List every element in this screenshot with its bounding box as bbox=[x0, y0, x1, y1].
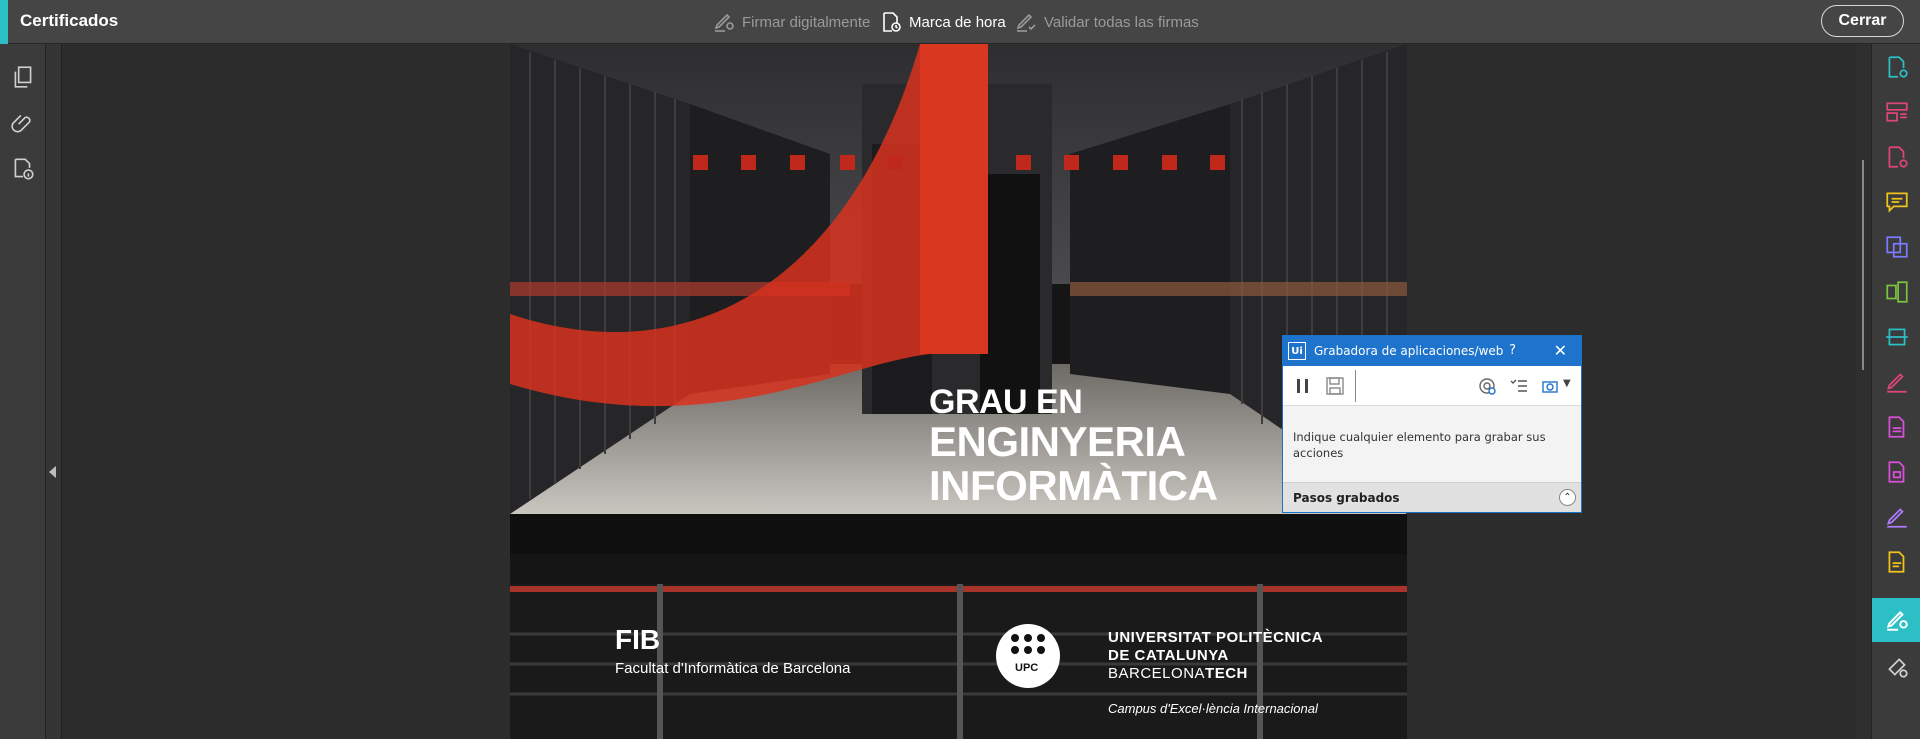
timestamp-label: Marca de hora bbox=[909, 13, 1006, 31]
recorder-titlebar[interactable]: Ui Grabadora de aplicaciones/web ? ✕ bbox=[1283, 336, 1581, 366]
timestamp-icon bbox=[883, 12, 901, 32]
collapse-panel-arrow-icon[interactable] bbox=[49, 466, 56, 478]
screenshot-icon[interactable] bbox=[1541, 376, 1561, 396]
comment-icon[interactable] bbox=[1884, 189, 1910, 215]
sign-digitally-button[interactable]: Firmar digitalmente bbox=[712, 8, 870, 36]
save-icon[interactable] bbox=[1325, 376, 1345, 396]
fib-logo-text: FIB bbox=[615, 624, 661, 655]
timestamp-button[interactable]: Marca de hora bbox=[879, 8, 1006, 36]
pen-sign-icon bbox=[714, 13, 734, 32]
top-toolbar: Certificados Firmar digitalmente Marca d… bbox=[0, 0, 1920, 44]
degree-title: GRAU EN ENGINYERIA INFORMÀTICA bbox=[929, 383, 1218, 509]
target-icon[interactable] bbox=[1477, 376, 1497, 396]
recorded-steps-label: Pasos grabados bbox=[1293, 491, 1400, 505]
edit-pdf-icon[interactable] bbox=[1884, 414, 1910, 440]
upc-badge-text: UPC bbox=[1015, 662, 1039, 674]
add-pdf-icon[interactable] bbox=[1884, 144, 1910, 170]
right-tools-rail bbox=[1871, 44, 1920, 739]
toolbar-separator bbox=[1355, 370, 1356, 402]
organize-pages-icon[interactable] bbox=[1884, 99, 1910, 125]
recorder-instructions: Indique cualquier elemento para grabar s… bbox=[1293, 430, 1546, 460]
close-button[interactable]: Cerrar bbox=[1821, 5, 1904, 37]
left-navigation-rail bbox=[0, 44, 46, 739]
tool-title: Certificados bbox=[20, 11, 119, 30]
upc-name-line1: UNIVERSITAT POLITÈCNICA bbox=[1108, 629, 1324, 646]
vertical-scrollbar[interactable] bbox=[1862, 160, 1864, 370]
left-panel-edge bbox=[46, 44, 62, 739]
campus-text: Campus d'Excel·lència Internacional bbox=[1108, 701, 1318, 716]
screenshot-dropdown-chevron-down-icon[interactable]: ▼ bbox=[1563, 378, 1571, 389]
fill-sign-icon[interactable] bbox=[1884, 369, 1910, 395]
tool-accent bbox=[0, 0, 8, 44]
recorder-toolbar: ▼ bbox=[1283, 366, 1581, 406]
validate-signatures-icon bbox=[1016, 13, 1036, 32]
recorder-window: Ui Grabadora de aplicaciones/web ? ✕ ▼ I… bbox=[1282, 335, 1582, 513]
degree-title-line2: ENGINYERIA bbox=[929, 418, 1186, 465]
sign-digitally-label: Firmar digitalmente bbox=[742, 13, 871, 31]
close-icon[interactable]: ✕ bbox=[1554, 341, 1567, 360]
uipath-logo: Ui bbox=[1288, 342, 1306, 360]
pause-icon[interactable] bbox=[1293, 376, 1313, 396]
upc-logo bbox=[996, 624, 1060, 688]
recorded-steps-bar[interactable]: Pasos grabados ⌃ bbox=[1283, 482, 1581, 512]
scan-icon[interactable] bbox=[1884, 324, 1910, 350]
upc-name-line3: BARCELONATECH bbox=[1108, 665, 1323, 683]
degree-title-line3: INFORMÀTICA bbox=[929, 462, 1218, 509]
upc-name: UNIVERSITAT POLITÈCNICA DE CATALUNYA BAR… bbox=[1108, 629, 1323, 683]
document-page: GRAU EN ENGINYERIA INFORMÀTICA FIB Facul… bbox=[510, 44, 1407, 739]
certificate-info-icon[interactable] bbox=[10, 156, 36, 182]
validate-all-button[interactable]: Validar todas las firmas bbox=[1014, 8, 1199, 36]
attachment-icon[interactable] bbox=[10, 110, 36, 136]
pages-icon[interactable] bbox=[10, 64, 36, 90]
protect-icon[interactable] bbox=[1884, 459, 1910, 485]
upc-name-line2: DE CATALUNYA bbox=[1108, 647, 1229, 664]
fib-name: Facultat d'Informàtica de Barcelona bbox=[615, 660, 851, 677]
certificates-icon[interactable] bbox=[1884, 607, 1910, 633]
recorder-title: Grabadora de aplicaciones/web bbox=[1314, 344, 1504, 358]
degree-title-line1: GRAU EN bbox=[929, 383, 1083, 421]
request-signature-icon[interactable] bbox=[1884, 504, 1910, 530]
export-pdf-icon[interactable] bbox=[1884, 234, 1910, 260]
certificates-file-icon[interactable] bbox=[1884, 549, 1910, 575]
more-tools-icon[interactable] bbox=[1884, 654, 1910, 680]
help-icon[interactable]: ? bbox=[1509, 343, 1516, 358]
upc-name-barcelona: BARCELONA bbox=[1108, 665, 1206, 682]
compare-icon[interactable] bbox=[1884, 279, 1910, 305]
create-pdf-icon[interactable] bbox=[1884, 54, 1910, 80]
upc-name-tech: TECH bbox=[1205, 665, 1248, 682]
validate-all-label: Validar todas las firmas bbox=[1044, 13, 1199, 31]
collapse-chevron-up-icon[interactable]: ⌃ bbox=[1559, 489, 1576, 506]
steps-list-icon[interactable] bbox=[1509, 376, 1529, 396]
